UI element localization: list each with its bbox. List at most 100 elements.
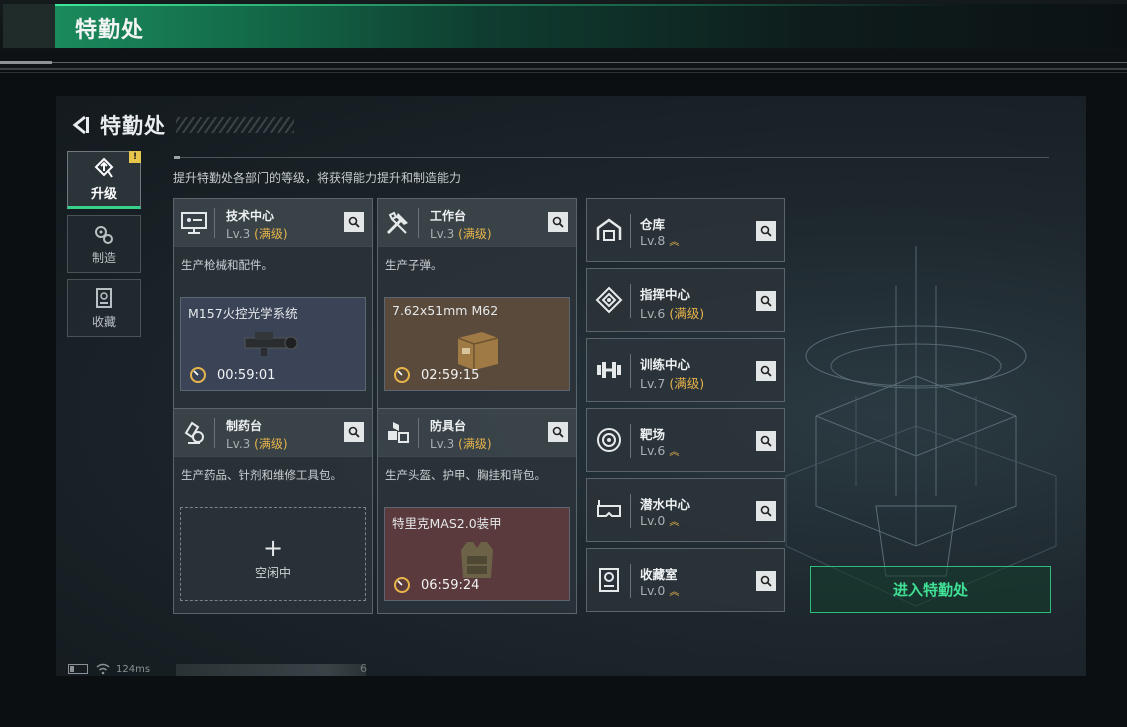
nav-item-upgrade[interactable]: ! 升级 xyxy=(67,151,141,209)
job-item-name: M157火控光学系统 xyxy=(188,306,298,321)
production-slot[interactable]: 7.62x51mm M62 02:59:15 xyxy=(384,297,570,391)
search-icon xyxy=(348,426,360,438)
add-icon: + xyxy=(262,534,284,562)
search-button[interactable] xyxy=(344,212,364,232)
timer-icon xyxy=(190,367,206,383)
production-slot[interactable]: 特里克MAS2.0装甲 06:59:24 xyxy=(384,507,570,601)
facility-card-diving-center[interactable]: 潜水中心 Lv.0 ︽ xyxy=(586,478,785,542)
search-icon xyxy=(760,225,772,237)
screen-header: 特勤处 xyxy=(70,110,294,140)
target-icon xyxy=(597,428,621,452)
search-button[interactable] xyxy=(756,501,776,521)
warehouse-icon xyxy=(596,218,622,241)
search-button[interactable] xyxy=(756,221,776,241)
search-button[interactable] xyxy=(344,422,364,442)
wifi-icon xyxy=(96,663,110,675)
search-icon xyxy=(760,435,772,447)
job-timer: 00:59:01 xyxy=(217,368,276,383)
tech-center-icon xyxy=(181,212,207,234)
facility-card-collection-room[interactable]: 收藏室 Lv.0 ︽ xyxy=(586,548,785,612)
card-divider xyxy=(630,354,631,388)
facility-card-command-center[interactable]: 指挥中心 Lv.6 (满级) xyxy=(586,268,785,332)
facility-card-shooting-range[interactable]: 靶场 Lv.6 ︽ xyxy=(586,408,785,472)
card-header: 工作台 Lv.3 (满级) xyxy=(378,199,576,247)
timer-icon xyxy=(394,367,410,383)
ammo-box-icon xyxy=(457,332,499,370)
upgrade-chevron-icon: ︽ xyxy=(669,517,680,528)
card-divider xyxy=(630,494,631,528)
search-button[interactable] xyxy=(548,212,568,232)
screen-title: 特勤处 xyxy=(100,114,166,138)
facility-level: Lv.8 ︽ xyxy=(640,233,679,248)
nav-label-collection: 收藏 xyxy=(91,314,116,329)
card-divider xyxy=(418,208,419,238)
card-divider xyxy=(214,208,215,238)
window-tab-stub[interactable] xyxy=(3,4,55,48)
card-divider xyxy=(418,418,419,448)
search-icon xyxy=(760,365,772,377)
workshop-description: 生产头盔、护甲、胸挂和背包。 xyxy=(385,468,546,482)
workshop-card-tech-center[interactable]: 技术中心 Lv.3 (满级) 生产枪械和配件。 M157火控光学系统 00:59… xyxy=(173,198,373,414)
header-stripes xyxy=(176,117,294,133)
search-icon xyxy=(552,426,564,438)
body-armor-icon xyxy=(461,542,493,578)
window-title: 特勤处 xyxy=(75,18,145,43)
level-value: Lv.3 xyxy=(226,437,251,451)
search-button[interactable] xyxy=(756,291,776,311)
maxed-tag: (满级) xyxy=(254,437,288,451)
search-button[interactable] xyxy=(756,361,776,381)
search-icon xyxy=(760,505,772,517)
game-screen: 特勤处 ! 升级 制造 收藏 提升特勤处各部门的等级，将获得能力提升和制造能力 … xyxy=(56,96,1086,676)
dumbbell-icon xyxy=(597,362,621,378)
collection-icon xyxy=(96,287,112,308)
window-header: 特勤处 xyxy=(0,0,1127,64)
maxed-tag: (满级) xyxy=(458,227,492,241)
workshop-card-pharmacy[interactable]: 制药台 Lv.3 (满级) 生产药品、针剂和维修工具包。 + 空闲中 xyxy=(173,408,373,614)
command-center-icon xyxy=(595,286,623,314)
side-nav: ! 升级 制造 收藏 xyxy=(67,151,141,343)
workshop-card-workbench[interactable]: 工作台 Lv.3 (满级) 生产子弹。 7.62x51mm M62 02:59:… xyxy=(377,198,577,414)
search-icon xyxy=(760,575,772,587)
level-value: Lv.6 xyxy=(640,443,666,458)
facility-level: Lv.0 ︽ xyxy=(640,583,679,598)
workshop-description: 生产子弹。 xyxy=(385,258,443,272)
nav-item-craft[interactable]: 制造 xyxy=(67,215,141,273)
facility-card-warehouse[interactable]: 仓库 Lv.8 ︽ xyxy=(586,198,785,262)
idle-label: 空闲中 xyxy=(254,566,292,580)
header-divider xyxy=(52,62,1127,63)
production-slot[interactable]: M157火控光学系统 00:59:01 xyxy=(180,297,366,391)
facility-card-training-center[interactable]: 训练中心 Lv.7 (满级) xyxy=(586,338,785,402)
facility-name: 靶场 xyxy=(640,427,666,442)
workshop-level: Lv.3 (满级) xyxy=(430,435,492,452)
workshop-name: 技术中心 xyxy=(226,209,275,223)
idle-production-slot[interactable]: + 空闲中 xyxy=(180,507,366,601)
search-button[interactable] xyxy=(756,431,776,451)
nav-item-collection[interactable]: 收藏 xyxy=(67,279,141,337)
status-bar: 124ms xyxy=(68,662,150,676)
enter-special-ops-button[interactable]: 进入特勤处 xyxy=(810,566,1051,613)
back-arrow-icon[interactable] xyxy=(70,114,92,136)
maxed-tag: (满级) xyxy=(254,227,288,241)
maxed-tag: (满级) xyxy=(669,376,705,391)
level-value: Lv.0 xyxy=(640,583,666,598)
nav-label-craft: 制造 xyxy=(91,250,116,265)
search-button[interactable] xyxy=(548,422,568,442)
workshop-level: Lv.3 (满级) xyxy=(226,435,288,452)
workshop-card-armor-bench[interactable]: 防具台 Lv.3 (满级) 生产头盔、护甲、胸挂和背包。 特里克MAS2.0装甲… xyxy=(377,408,577,614)
maxed-tag: (满级) xyxy=(458,437,492,451)
level-value: Lv.8 xyxy=(640,233,666,248)
window-title-band: 特勤处 xyxy=(55,4,1127,48)
pharmacy-icon xyxy=(184,421,204,444)
card-divider xyxy=(630,214,631,248)
card-divider xyxy=(630,284,631,318)
maxed-tag: (满级) xyxy=(669,306,705,321)
card-divider xyxy=(630,424,631,458)
workshop-description: 生产枪械和配件。 xyxy=(181,258,273,272)
ping-value: 124ms xyxy=(116,663,151,675)
card-header: 制药台 Lv.3 (满级) xyxy=(174,409,372,457)
level-value: Lv.3 xyxy=(430,437,455,451)
armor-bench-icon xyxy=(388,422,409,443)
upgrade-chevron-icon: ︽ xyxy=(669,587,680,598)
facility-name: 收藏室 xyxy=(640,567,678,582)
search-button[interactable] xyxy=(756,571,776,591)
